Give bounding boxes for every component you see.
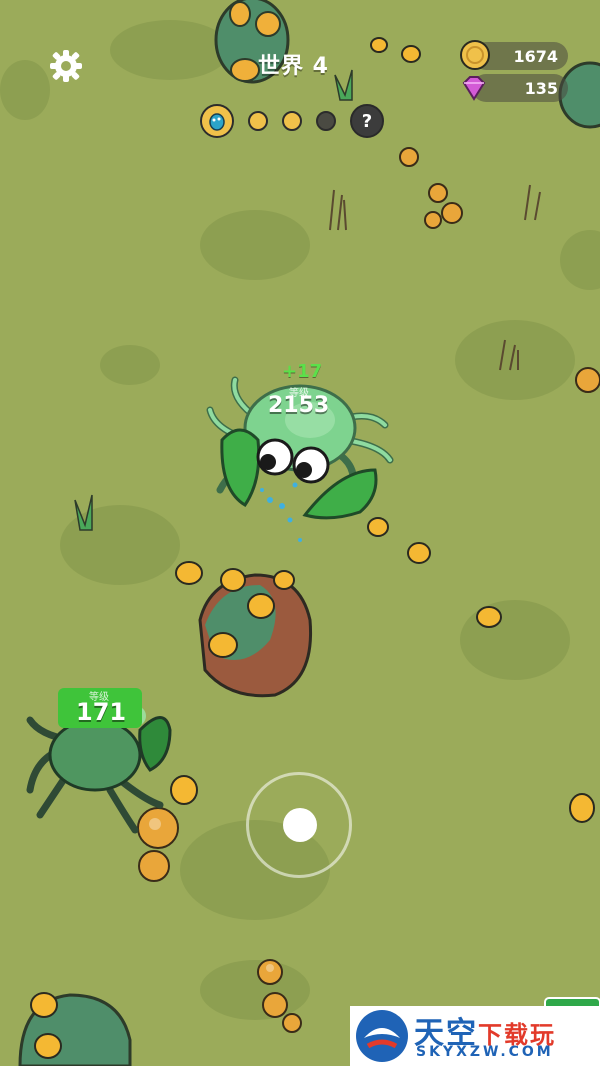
enemy-score: 171 [76,698,127,726]
gem-counter: 135 [462,74,568,102]
settings-gear-icon[interactable] [48,48,84,84]
progress-dot-complete [248,111,268,131]
watermark-domain: SKYXZW.COM [416,1044,554,1060]
progress-dot-locked [316,111,336,131]
progress-mystery-stage: ? [350,104,384,138]
scenery [18,0,600,1066]
creature-egg-icon [209,113,225,131]
gem-icon [462,76,486,101]
coin-counter: 1674 [460,40,568,70]
player-score: 2153 [268,393,330,418]
joystick-knob[interactable] [283,808,317,842]
watermark-logo-icon [356,1010,408,1062]
watermark-banner: 天空下载玩 SKYXZW.COM [350,1006,600,1066]
game-stage[interactable]: 世界 4 1674 135 ? +17 等级 2153 等级 171 天空下载玩… [0,0,600,1066]
snail-icon [30,37,595,1059]
coin-count: 1674 [513,46,558,66]
progress-dot-complete [282,111,302,131]
gem-count: 135 [524,78,558,98]
score-gain-popup: +17 [282,361,323,382]
world-title: 世界 4 [258,54,329,79]
coin-icon [460,40,490,70]
world-progress: ? [200,104,384,138]
progress-current-stage [200,104,234,138]
